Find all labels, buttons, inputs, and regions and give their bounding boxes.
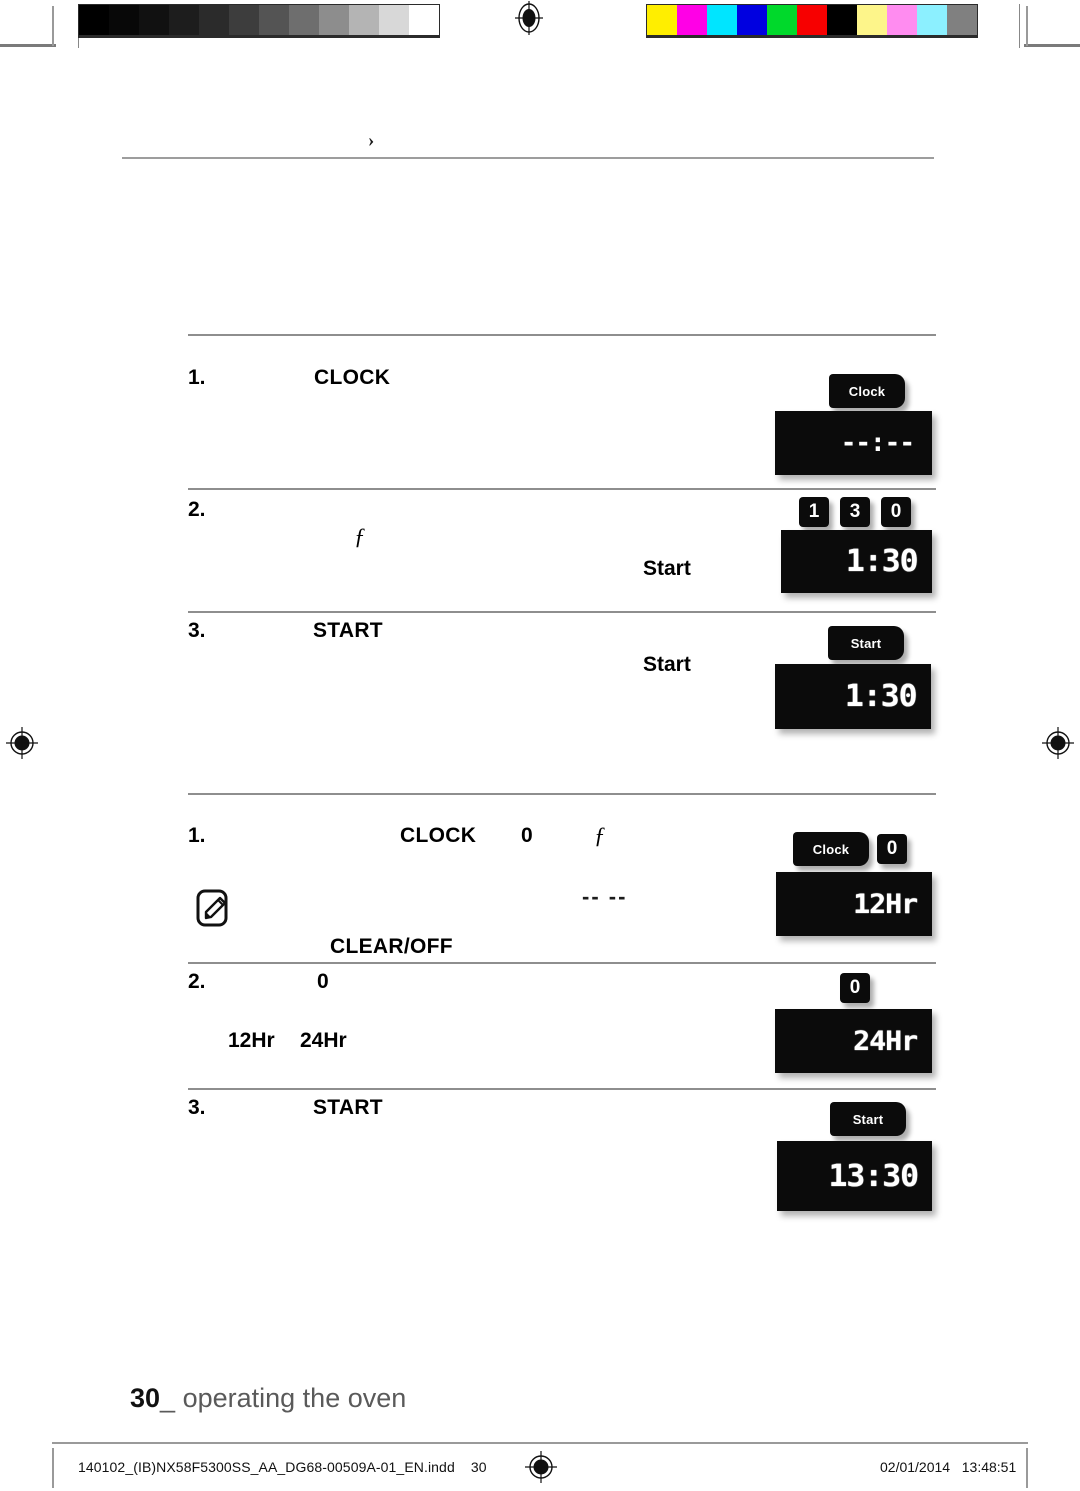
manual-page: › 1. CLOCK Clock --:-- 2. ƒ Start 1 3 0 … — [0, 0, 1080, 1491]
start-key-icon[interactable]: Start — [830, 1102, 906, 1136]
numeric-key-0-icon[interactable]: 0 — [881, 497, 911, 527]
section2-step1-display: 12Hr — [776, 872, 932, 936]
clock-key-icon[interactable]: Clock — [793, 832, 869, 866]
section1-step2-display: 1:30 — [781, 530, 932, 593]
section2-step2-zero-label: 0 — [317, 970, 329, 993]
start-key-icon[interactable]: Start — [828, 626, 904, 660]
slug-bar-right — [1026, 1448, 1028, 1488]
section1-step3-display: 1:30 — [775, 664, 931, 729]
slug-bar-left — [52, 1448, 54, 1488]
section1-step2-number: 2. — [188, 498, 206, 521]
section1-step1-display: --:-- — [775, 411, 932, 475]
numeric-key-3-icon[interactable]: 3 — [840, 497, 870, 527]
clock-key-icon[interactable]: Clock — [829, 374, 905, 408]
breadcrumb-chevron-icon: › — [368, 130, 375, 151]
display-value: 1:30 — [844, 679, 918, 714]
slug-date: 02/01/2014 — [880, 1459, 951, 1475]
slug-divider — [52, 1442, 1028, 1444]
display-value: 1:30 — [845, 544, 919, 579]
section1-step2-start-label: Start — [643, 557, 691, 580]
section2-step1-note-dashes: -- -- — [582, 884, 628, 909]
section2-step2-option-12hr: 12Hr — [228, 1029, 275, 1052]
section2-step1-zero-label: 0 — [521, 824, 533, 847]
section2-step1-keyword: CLOCK — [400, 824, 477, 847]
footer-title: operating the oven — [182, 1383, 407, 1413]
section2-step3-number: 3. — [188, 1096, 206, 1119]
header-divider — [122, 157, 934, 159]
slug-timestamp-group: 02/01/2014 13:48:51 — [880, 1459, 1016, 1475]
section2-step2-option-24hr: 24Hr — [300, 1029, 347, 1052]
section2-step3-keyword: START — [313, 1096, 383, 1119]
section2-step1-number: 1. — [188, 824, 206, 847]
display-value: 13:30 — [828, 1158, 919, 1194]
slug-page-number: 30 — [470, 1459, 487, 1475]
section2-rule-2 — [188, 1088, 936, 1090]
section2-step3-display: 13:30 — [777, 1141, 932, 1211]
section2-step2-number: 2. — [188, 970, 206, 993]
section1-rule-top — [188, 334, 936, 336]
section1-step3-number: 3. — [188, 619, 206, 642]
section1-step3-keyword: START — [313, 619, 383, 642]
numeric-key-0-icon[interactable]: 0 — [877, 834, 907, 864]
section1-step2-italic-marker: ƒ — [354, 524, 366, 549]
display-value: --:-- — [840, 428, 915, 458]
page-footer: 30_ operating the oven — [130, 1383, 406, 1414]
slug-filename-group: 140102_(IB)NX58F5300SS_AA_DG68-00509A-01… — [78, 1459, 487, 1475]
slug-filename: 140102_(IB)NX58F5300SS_AA_DG68-00509A-01… — [78, 1459, 455, 1475]
numeric-key-1-icon[interactable]: 1 — [799, 497, 829, 527]
numeric-key-0-icon[interactable]: 0 — [840, 973, 870, 1003]
section1-step1-number: 1. — [188, 366, 206, 389]
section2-step1-italic-marker: ƒ — [594, 823, 606, 848]
display-value: 24Hr — [853, 1025, 918, 1057]
section2-step1-clearoff-keyword: CLEAR/OFF — [330, 935, 453, 958]
slug-time: 13:48:51 — [961, 1459, 1017, 1475]
section1-step1-keyword: CLOCK — [314, 366, 391, 389]
footer-separator: _ — [160, 1383, 176, 1413]
note-pencil-icon — [196, 888, 232, 928]
section1-rule-1 — [188, 488, 936, 490]
section1-rule-2 — [188, 611, 936, 613]
section1-step3-start-label: Start — [643, 653, 691, 676]
footer-page-number: 30 — [130, 1383, 161, 1413]
section2-step2-display: 24Hr — [775, 1009, 932, 1073]
display-value: 12Hr — [853, 888, 918, 920]
section2-rule-1 — [188, 962, 936, 964]
section2-rule-top — [188, 793, 936, 795]
